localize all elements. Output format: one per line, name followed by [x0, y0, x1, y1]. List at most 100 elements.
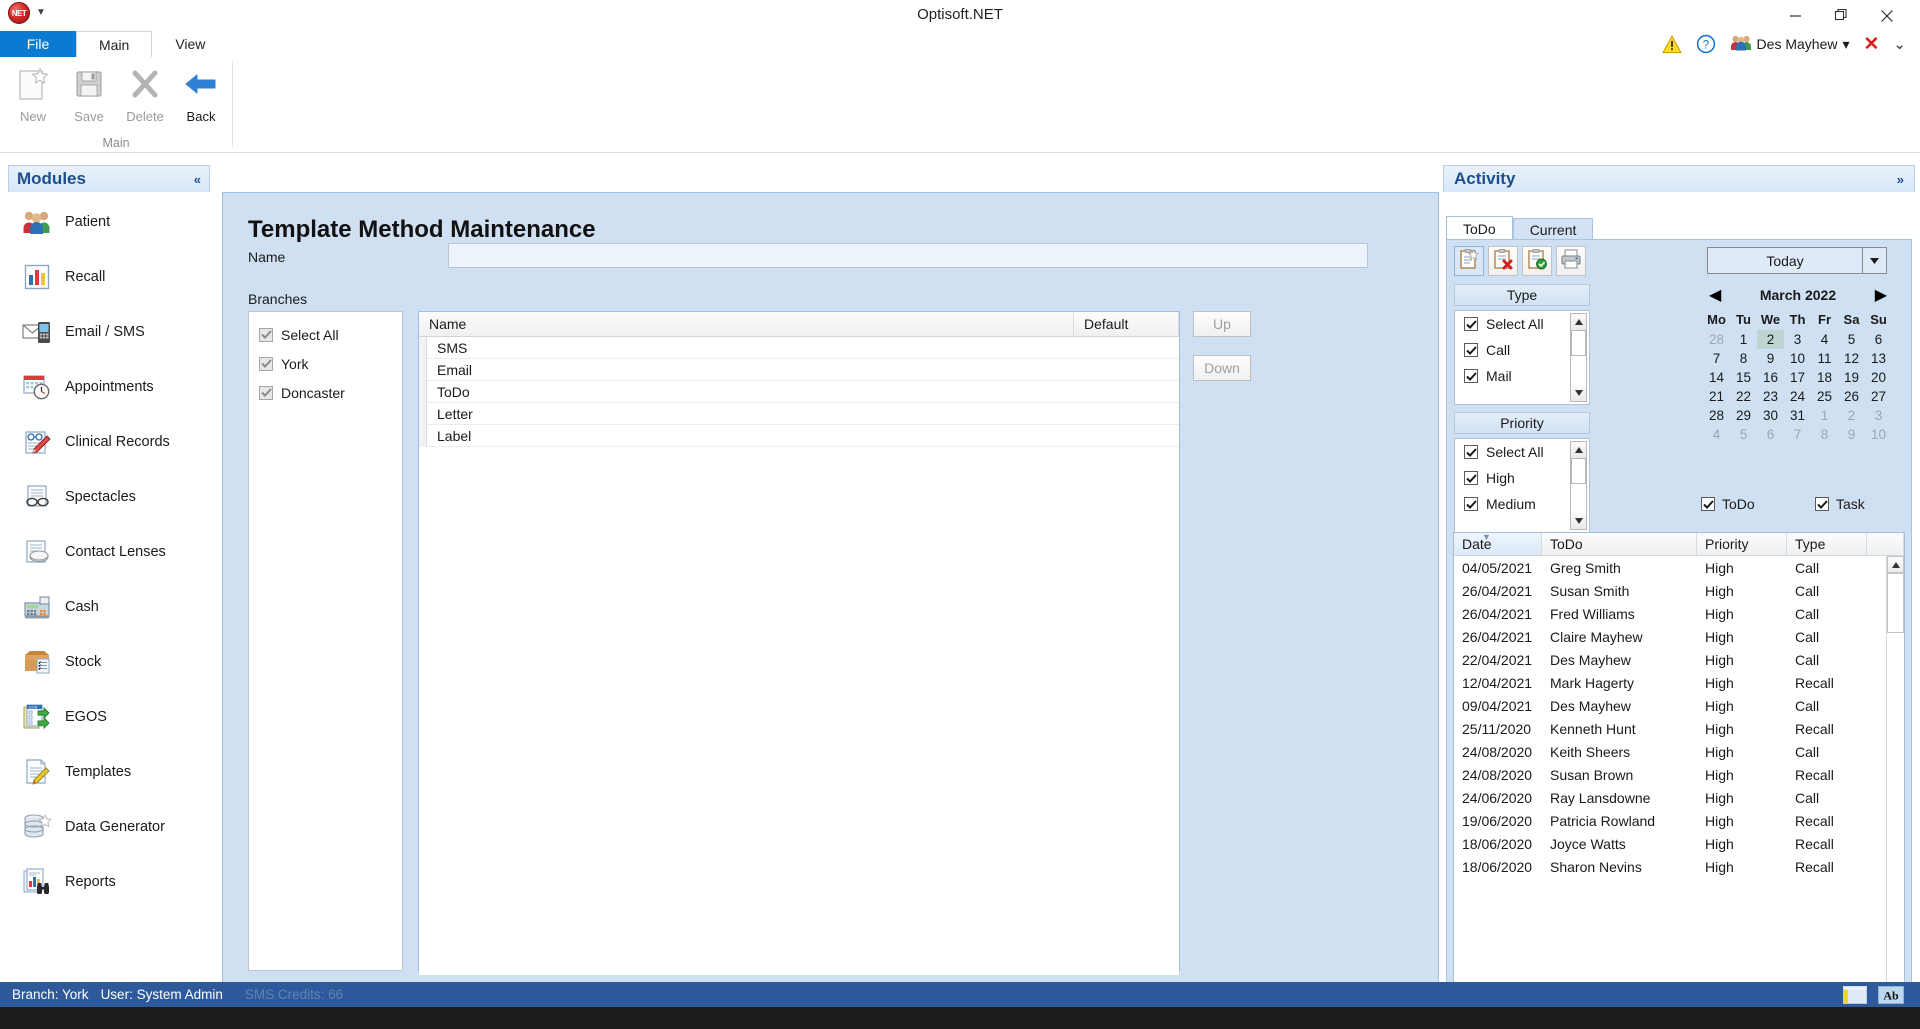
table-row[interactable]: 26/04/2021 Fred Williams High Call	[1454, 602, 1904, 625]
calendar-day[interactable]: 28	[1703, 406, 1730, 425]
methods-grid[interactable]: Name Default SMS Email ToDo Letter Label	[418, 311, 1180, 975]
checkbox-icon[interactable]	[1464, 317, 1478, 331]
task-filter-checkbox[interactable]: Task	[1815, 496, 1865, 512]
checkbox-icon[interactable]	[1464, 471, 1478, 485]
calendar-day[interactable]: 15	[1730, 368, 1757, 387]
calendar-day[interactable]: 11	[1811, 349, 1838, 368]
calendar-day[interactable]: 25	[1811, 387, 1838, 406]
type-mail[interactable]: Mail	[1455, 363, 1589, 389]
close-icon[interactable]	[1864, 0, 1910, 31]
branch-york[interactable]: York	[249, 351, 402, 376]
tab-file[interactable]: File	[0, 31, 76, 57]
table-row[interactable]: 26/04/2021 Claire Mayhew High Call	[1454, 625, 1904, 648]
table-row[interactable]: 09/04/2021 Des Mayhew High Call	[1454, 694, 1904, 717]
complete-todo-button[interactable]	[1522, 246, 1552, 276]
chevron-down-icon[interactable]: ▾	[1842, 36, 1849, 53]
checkbox-icon[interactable]	[1815, 497, 1829, 511]
sidebar-item-egos[interactable]: GOS EGOS	[8, 689, 210, 744]
calendar-day[interactable]: 14	[1703, 368, 1730, 387]
tab-current[interactable]: Current	[1512, 218, 1594, 240]
table-row[interactable]: 18/06/2020 Sharon Nevins High Recall	[1454, 855, 1904, 878]
expand-activity-button[interactable]: »	[1897, 172, 1904, 187]
move-down-button[interactable]: Down	[1193, 355, 1251, 381]
tab-view[interactable]: View	[152, 31, 229, 57]
chevron-down-icon[interactable]	[1862, 248, 1886, 273]
sidebar-item-spectacles[interactable]: Spectacles	[8, 469, 210, 524]
column-header-default[interactable]: Default	[1074, 312, 1179, 336]
sidebar-item-stock[interactable]: Stock	[8, 634, 210, 689]
scroll-track[interactable]	[1571, 484, 1586, 513]
calendar-day[interactable]: 17	[1784, 368, 1811, 387]
scroll-thumb[interactable]	[1571, 330, 1586, 356]
column-header-todo[interactable]: ToDo	[1542, 533, 1697, 555]
branches-list[interactable]: Select All York Doncaster	[248, 311, 403, 971]
ribbon-collapse-icon[interactable]: ⌄	[1893, 37, 1906, 52]
column-header-name[interactable]: Name	[419, 312, 1074, 336]
scroll-up-icon[interactable]	[1571, 442, 1586, 458]
scroll-down-icon[interactable]	[1571, 385, 1586, 401]
table-row[interactable]: SMS	[419, 336, 1179, 359]
scroll-track[interactable]	[1887, 633, 1904, 984]
calendar-day-selected[interactable]: 2	[1757, 330, 1784, 349]
delete-button[interactable]: Delete	[118, 61, 172, 124]
move-up-button[interactable]: Up	[1193, 311, 1251, 337]
calendar-day[interactable]: 4	[1703, 425, 1730, 444]
sidebar-item-email-sms[interactable]: Email / SMS	[8, 304, 210, 359]
checkbox-icon[interactable]	[259, 385, 273, 400]
calendar-day[interactable]: 2	[1838, 406, 1865, 425]
scroll-up-icon[interactable]	[1887, 556, 1904, 573]
table-row[interactable]: Letter	[419, 402, 1179, 425]
calendar-day[interactable]: 6	[1757, 425, 1784, 444]
table-row[interactable]: 04/05/2021 Greg Smith High Call	[1454, 556, 1904, 579]
type-list-scrollbar[interactable]	[1570, 313, 1587, 402]
logout-close-icon[interactable]: ✕	[1864, 35, 1880, 54]
checkbox-icon[interactable]	[1464, 445, 1478, 459]
sidebar-item-contact-lenses[interactable]: Contact Lenses	[8, 524, 210, 579]
calendar-day[interactable]: 26	[1838, 387, 1865, 406]
calendar-day[interactable]: 28	[1703, 330, 1730, 349]
sidebar-item-cash[interactable]: Cash	[8, 579, 210, 634]
branch-select-all[interactable]: Select All	[249, 322, 402, 347]
branch-doncaster[interactable]: Doncaster	[249, 380, 402, 405]
priority-list-scrollbar[interactable]	[1570, 441, 1587, 530]
checkbox-icon[interactable]	[1464, 343, 1478, 357]
calendar-day[interactable]: 10	[1865, 425, 1892, 444]
table-row[interactable]: 18/06/2020 Joyce Watts High Recall	[1454, 832, 1904, 855]
scroll-thumb[interactable]	[1887, 573, 1904, 633]
calendar-day[interactable]: 1	[1811, 406, 1838, 425]
priority-filter-list[interactable]: Select All High Medium	[1454, 438, 1590, 533]
sidebar-item-clinical-records[interactable]: Clinical Records	[8, 414, 210, 469]
calendar-day[interactable]: 13	[1865, 349, 1892, 368]
type-filter-list[interactable]: Select All Call Mail	[1454, 310, 1590, 405]
checkbox-icon[interactable]	[259, 356, 273, 371]
warning-icon[interactable]	[1661, 34, 1682, 54]
calendar-day[interactable]: 9	[1757, 349, 1784, 368]
calendar-day[interactable]: 30	[1757, 406, 1784, 425]
scroll-track[interactable]	[1571, 356, 1586, 385]
tab-main[interactable]: Main	[76, 31, 153, 57]
calendar-day[interactable]: 27	[1865, 387, 1892, 406]
calendar-day[interactable]: 19	[1838, 368, 1865, 387]
calendar-day[interactable]: 29	[1730, 406, 1757, 425]
priority-high[interactable]: High	[1455, 465, 1589, 491]
calendar-day[interactable]: 3	[1784, 330, 1811, 349]
column-header-date[interactable]: ▼ Date	[1454, 532, 1542, 555]
new-todo-button[interactable]	[1454, 246, 1484, 276]
sidebar-item-recall[interactable]: Recall	[8, 249, 210, 304]
calendar-day[interactable]: 5	[1730, 425, 1757, 444]
save-button[interactable]: Save	[62, 61, 116, 124]
calendar-prev-icon[interactable]: ◀	[1709, 285, 1721, 305]
calendar-day[interactable]: 4	[1811, 330, 1838, 349]
print-button[interactable]	[1556, 246, 1586, 276]
table-row[interactable]: 25/11/2020 Kenneth Hunt High Recall	[1454, 717, 1904, 740]
activity-grid-scrollbar[interactable]	[1886, 556, 1904, 1001]
calendar-day[interactable]: 23	[1757, 387, 1784, 406]
scroll-up-icon[interactable]	[1571, 314, 1586, 330]
calendar-day[interactable]: 12	[1838, 349, 1865, 368]
tab-todo[interactable]: ToDo	[1446, 216, 1513, 240]
table-row[interactable]: 22/04/2021 Des Mayhew High Call	[1454, 648, 1904, 671]
maximize-icon[interactable]	[1818, 0, 1864, 31]
column-header-type[interactable]: Type	[1787, 533, 1867, 555]
calendar-day[interactable]: 5	[1838, 330, 1865, 349]
table-row[interactable]: Label	[419, 424, 1179, 447]
